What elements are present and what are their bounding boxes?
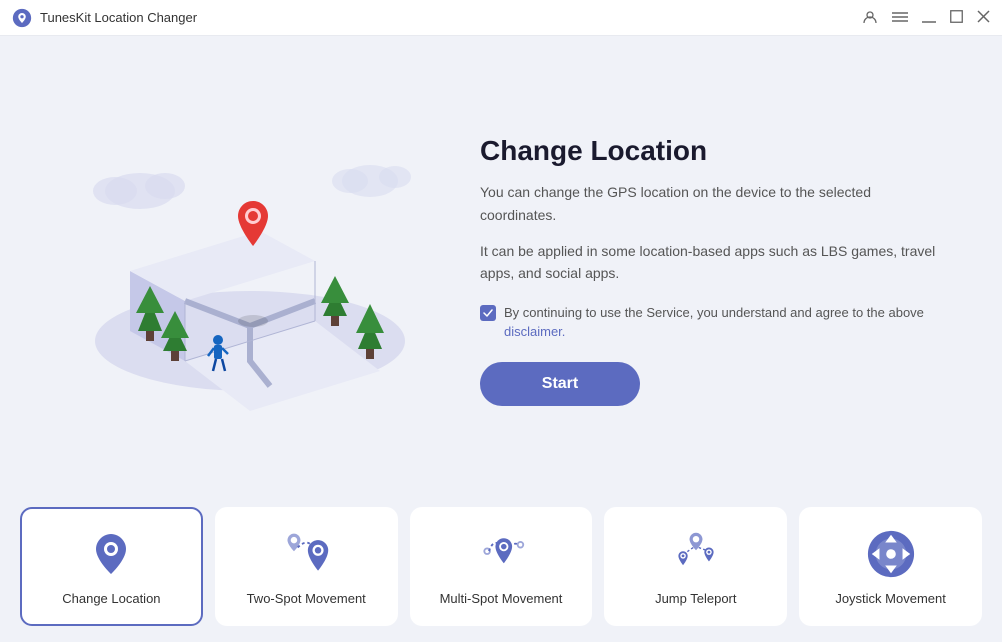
- window-controls[interactable]: [862, 9, 990, 27]
- change-location-icon: [86, 529, 136, 579]
- card-joystick[interactable]: Joystick Movement: [799, 507, 982, 626]
- card-change-location[interactable]: Change Location: [20, 507, 203, 626]
- main-content: Change Location You can change the GPS l…: [0, 36, 1002, 642]
- bottom-cards: Change Location Two-Spot Movement: [0, 495, 1002, 642]
- start-button[interactable]: Start: [480, 362, 640, 406]
- app-title: TunesKit Location Changer: [40, 10, 197, 25]
- hero-illustration: [60, 131, 440, 411]
- disclaimer-text: By continuing to use the Service, you un…: [504, 303, 942, 342]
- card-jump-teleport-label: Jump Teleport: [655, 591, 736, 606]
- desc-1: You can change the GPS location on the d…: [480, 181, 942, 226]
- hero-section: Change Location You can change the GPS l…: [0, 36, 1002, 495]
- disclaimer-checkbox[interactable]: [480, 305, 496, 321]
- title-bar-left: TunesKit Location Changer: [12, 8, 197, 28]
- info-panel: Change Location You can change the GPS l…: [480, 135, 942, 406]
- joystick-icon: [866, 529, 916, 579]
- desc-2: It can be applied in some location-based…: [480, 240, 942, 285]
- card-change-location-label: Change Location: [62, 591, 160, 606]
- minimize-icon[interactable]: [922, 11, 936, 25]
- title-bar: TunesKit Location Changer: [0, 0, 1002, 36]
- maximize-icon[interactable]: [950, 10, 963, 25]
- jump-teleport-icon: [671, 529, 721, 579]
- app-logo-icon: [12, 8, 32, 28]
- card-jump-teleport[interactable]: Jump Teleport: [604, 507, 787, 626]
- multi-spot-icon: [476, 529, 526, 579]
- card-joystick-label: Joystick Movement: [835, 591, 946, 606]
- card-two-spot[interactable]: Two-Spot Movement: [215, 507, 398, 626]
- user-icon[interactable]: [862, 9, 878, 27]
- disclaimer-row: By continuing to use the Service, you un…: [480, 303, 942, 342]
- card-multi-spot[interactable]: Multi-Spot Movement: [410, 507, 593, 626]
- page-title: Change Location: [480, 135, 942, 167]
- hamburger-icon[interactable]: [892, 11, 908, 25]
- disclaimer-link[interactable]: disclaimer.: [504, 324, 565, 339]
- two-spot-icon: [281, 529, 331, 579]
- card-multi-spot-label: Multi-Spot Movement: [440, 591, 563, 606]
- card-two-spot-label: Two-Spot Movement: [247, 591, 366, 606]
- close-icon[interactable]: [977, 10, 990, 25]
